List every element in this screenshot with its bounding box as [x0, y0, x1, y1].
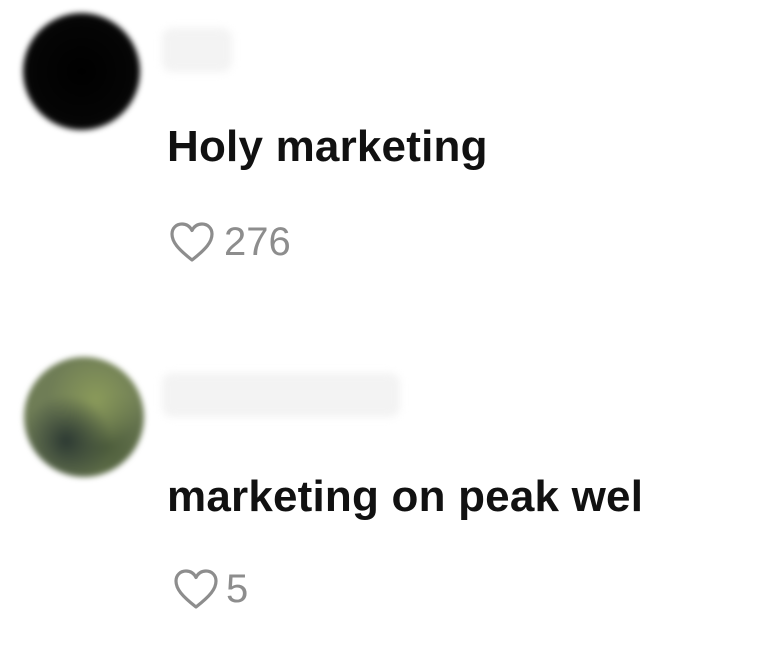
comment-item: Holy marketing 276: [0, 0, 760, 300]
like-button[interactable]: 276: [168, 220, 291, 264]
comment-item: marketing on peak wel 5: [0, 340, 760, 640]
heart-outline-icon[interactable]: [168, 220, 216, 264]
comment-username[interactable]: [162, 373, 400, 417]
heart-outline-icon[interactable]: [172, 567, 220, 611]
like-count: 276: [224, 220, 291, 264]
comment-text: marketing on peak wel: [167, 472, 644, 521]
like-count: 5: [226, 567, 249, 611]
avatar[interactable]: [23, 13, 140, 130]
comment-username[interactable]: [162, 28, 232, 72]
avatar[interactable]: [24, 357, 144, 477]
like-button[interactable]: 5: [172, 567, 248, 611]
comment-text: Holy marketing: [167, 122, 488, 171]
